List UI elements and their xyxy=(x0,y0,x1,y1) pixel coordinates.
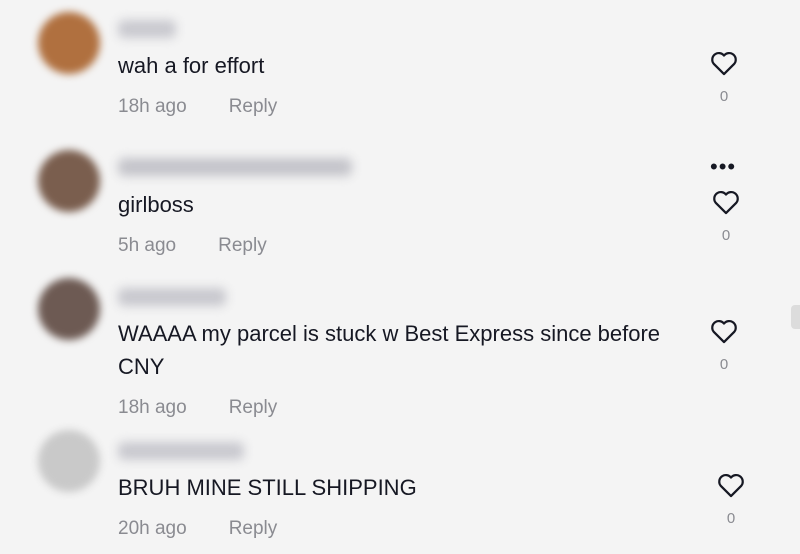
like-button[interactable]: 0 xyxy=(706,189,746,244)
username-blurred[interactable] xyxy=(118,158,352,176)
username-blurred[interactable] xyxy=(118,20,176,38)
comment-meta: 5h ago Reply xyxy=(118,235,267,257)
comment-timestamp: 5h ago xyxy=(118,235,177,256)
avatar[interactable] xyxy=(38,150,100,212)
heart-outline-icon xyxy=(711,319,737,344)
comment-text: girlboss xyxy=(118,192,194,217)
heart-outline-icon xyxy=(718,473,744,498)
like-count: 0 xyxy=(719,88,729,105)
avatar[interactable] xyxy=(38,430,100,492)
comment-meta: 18h ago Reply xyxy=(118,397,277,419)
comment-meta: 18h ago Reply xyxy=(118,96,277,118)
avatar[interactable] xyxy=(38,278,100,340)
reply-button[interactable]: Reply xyxy=(229,397,278,418)
comment-meta: 20h ago Reply xyxy=(118,518,277,540)
comment-timestamp: 18h ago xyxy=(118,96,187,117)
username-blurred[interactable] xyxy=(118,442,244,460)
like-button[interactable]: 0 xyxy=(704,50,744,105)
like-count: 0 xyxy=(719,356,729,373)
like-button[interactable]: 0 xyxy=(711,472,751,527)
comment-text: wah a for effort xyxy=(118,53,265,78)
like-count: 0 xyxy=(726,510,736,527)
reply-button[interactable]: Reply xyxy=(229,96,278,117)
heart-outline-icon xyxy=(713,190,739,215)
like-count: 0 xyxy=(721,227,731,244)
reply-button[interactable]: Reply xyxy=(218,235,267,256)
reply-button[interactable]: Reply xyxy=(229,518,278,539)
more-options-icon[interactable]: ••• xyxy=(710,156,736,178)
heart-outline-icon xyxy=(711,51,737,76)
like-button[interactable]: 0 xyxy=(704,318,744,373)
scrollbar-handle[interactable] xyxy=(791,305,800,329)
comment-text: BRUH MINE STILL SHIPPING xyxy=(118,475,417,500)
comment-timestamp: 18h ago xyxy=(118,397,187,418)
username-blurred[interactable] xyxy=(118,288,226,306)
comment-text: WAAAA my parcel is stuck w Best Express … xyxy=(118,321,661,379)
comment-timestamp: 20h ago xyxy=(118,518,187,539)
avatar[interactable] xyxy=(38,12,100,74)
